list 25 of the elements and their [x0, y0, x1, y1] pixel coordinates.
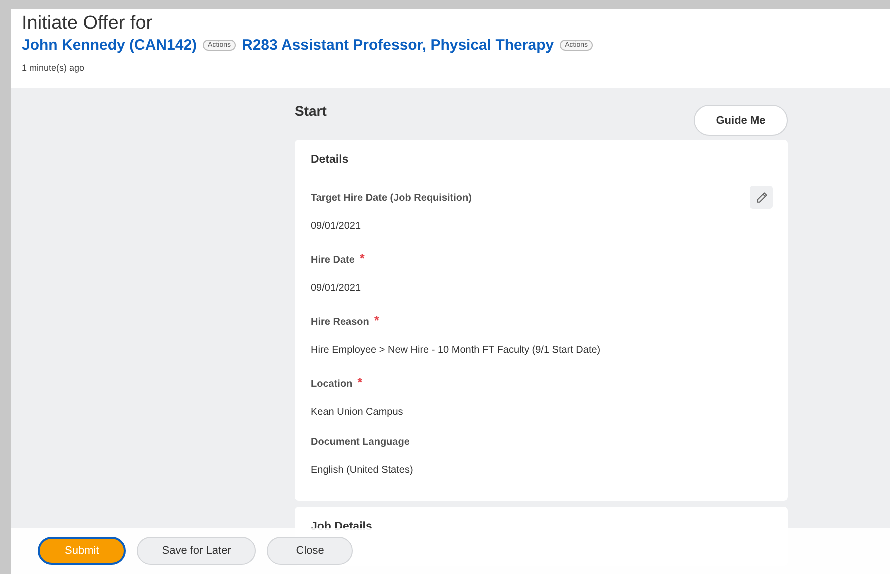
- required-mark: *: [358, 375, 363, 390]
- field-label: Document Language: [311, 437, 410, 448]
- field-value: Kean Union Campus: [311, 407, 404, 418]
- required-mark: *: [374, 313, 380, 328]
- footer-button[interactable]: Save for Later: [137, 537, 256, 565]
- field-value: English (United States): [311, 465, 414, 476]
- guide-me-button[interactable]: Guide Me: [694, 105, 788, 136]
- step-title: Start: [295, 103, 327, 119]
- footer-button[interactable]: Close: [267, 537, 354, 565]
- field-value: 09/01/2021: [311, 221, 362, 232]
- timestamp: 1 minute(s) ago: [22, 63, 86, 73]
- field-label: Hire Reason: [311, 317, 370, 328]
- pencil-icon: [754, 190, 768, 204]
- candidate-link[interactable]: John Kennedy (CAN142): [22, 37, 198, 54]
- field-value: Hire Employee > New Hire - 10 Month FT Faculty (9/1 Start Date): [311, 345, 602, 356]
- field-label: Target Hire Date (Job Requisition): [311, 193, 472, 204]
- job-link[interactable]: R283 Assistant Professor, Physical Therapy: [242, 37, 554, 54]
- card-title: Job Details: [311, 521, 374, 533]
- field-label: Location: [311, 379, 353, 390]
- required-mark: *: [360, 251, 365, 266]
- field-label: Hire Date: [311, 255, 355, 266]
- edit-button[interactable]: [750, 186, 773, 209]
- field-value: 09/01/2021: [311, 283, 362, 294]
- page-title: Initiate Offer for: [22, 12, 154, 36]
- card-title: Details: [311, 154, 350, 166]
